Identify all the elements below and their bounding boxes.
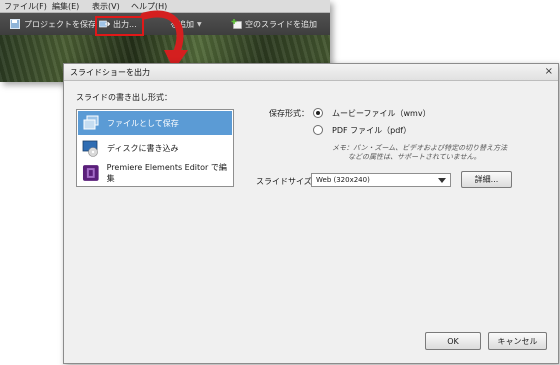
floppy-disk-icon: [10, 19, 20, 29]
menu-view[interactable]: 表示(V): [92, 1, 120, 12]
close-icon[interactable]: ×: [545, 66, 553, 77]
cancel-button[interactable]: キャンセル: [488, 332, 547, 350]
menu-file[interactable]: ファイル(F): [4, 1, 47, 12]
format-section-label: スライドの書き出し形式：: [76, 93, 172, 102]
format-item-premiere-elements[interactable]: Premiere Elements Editor で編集: [78, 161, 232, 185]
save-format-label: 保存形式：: [269, 109, 309, 118]
menu-edit[interactable]: 編集(E): [52, 1, 79, 12]
format-list: ファイルとして保存 ディスクに書き込み Premiere Elements Ed…: [76, 109, 234, 187]
chevron-down-icon: ▼: [197, 20, 202, 28]
save-project-button[interactable]: プロジェクトを保存: [10, 17, 96, 31]
premiere-elements-icon: [82, 165, 99, 181]
format-label: ディスクに書き込み: [107, 143, 179, 153]
radio-pdf[interactable]: [313, 125, 323, 135]
output-highlight-box: [95, 16, 144, 36]
slide-size-value: Web (320x240): [316, 176, 370, 184]
radio-wmv-label: ムービーファイル（wmv）: [332, 109, 431, 118]
dialog-title-bar: スライドショーを出力 ×: [64, 64, 558, 81]
format-item-save-file[interactable]: ファイルとして保存: [78, 111, 232, 135]
ok-button[interactable]: OK: [425, 332, 481, 350]
support-note: メモ：パン・ズーム、ビデオおよび特定の切り替え方法 などの属性は、サポートされて…: [332, 144, 507, 162]
save-file-icon: [83, 115, 99, 130]
add-slide-icon: [231, 19, 242, 29]
format-label: Premiere Elements Editor で編集: [106, 163, 227, 183]
details-button[interactable]: 詳細...: [461, 171, 512, 188]
burn-disc-icon: [82, 140, 98, 157]
slide-size-select[interactable]: Web (320x240): [311, 173, 451, 187]
chevron-down-icon: [438, 178, 446, 183]
dialog-title: スライドショーを出力: [70, 68, 150, 77]
format-item-burn-disc[interactable]: ディスクに書き込み: [78, 136, 232, 160]
add-blank-slide-button[interactable]: 空のスライドを追加: [231, 17, 317, 31]
export-slideshow-dialog: スライドショーを出力 × スライドの書き出し形式： ファイルとして保存 ディスク…: [63, 63, 559, 364]
add-blank-slide-label: 空のスライドを追加: [245, 19, 317, 29]
radio-wmv[interactable]: [313, 108, 323, 118]
note-line-1: メモ：パン・ズーム、ビデオおよび特定の切り替え方法: [332, 144, 508, 152]
save-project-label: プロジェクトを保存: [24, 19, 96, 29]
radio-pdf-label: PDF ファイル（pdf）: [332, 126, 412, 135]
note-line-2: などの属性は、サポートされていません。: [348, 153, 481, 161]
format-label: ファイルとして保存: [107, 118, 179, 128]
